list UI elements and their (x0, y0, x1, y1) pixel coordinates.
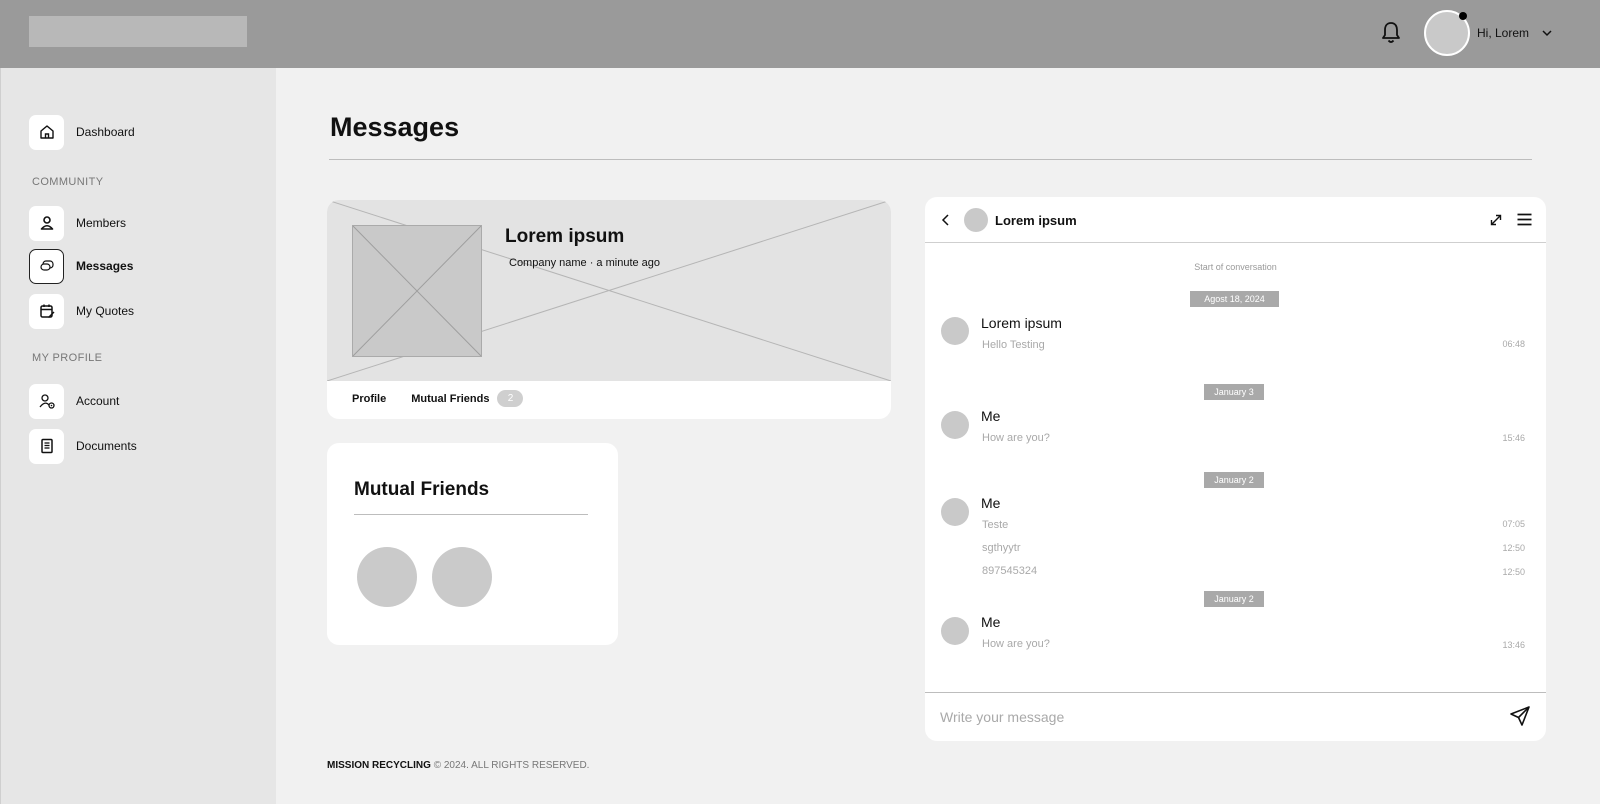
mutual-friends-card: Mutual Friends (327, 443, 618, 645)
sidebar-item-account[interactable]: Account (29, 383, 119, 419)
menu-icon[interactable] (1516, 211, 1533, 228)
divider (329, 159, 1532, 160)
chevron-left-icon[interactable] (939, 212, 953, 228)
message-sender: Me (981, 495, 1001, 511)
contact-avatar[interactable] (964, 208, 988, 232)
sidebar-item-members[interactable]: Members (29, 205, 126, 241)
section-label-my-profile: MY PROFILE (32, 352, 103, 364)
chat-header: Lorem ipsum (925, 197, 1546, 243)
sidebar-item-my-quotes[interactable]: My Quotes (29, 293, 134, 329)
chat-panel: Lorem ipsum Start of conversation Agost … (925, 197, 1546, 741)
message-time: 06:48 (1502, 339, 1525, 349)
profile-tabs: Profile Mutual Friends 2 (352, 390, 524, 407)
user-avatar[interactable] (1424, 10, 1470, 56)
notification-dot (1459, 12, 1467, 20)
tab-profile[interactable]: Profile (352, 393, 386, 405)
message-time: 07:05 (1502, 519, 1525, 529)
sidebar-item-messages[interactable]: Messages (29, 248, 133, 284)
chevron-down-icon[interactable] (1540, 26, 1554, 40)
message-sender: Me (981, 614, 1001, 630)
home-icon (29, 114, 64, 150)
message-avatar (941, 617, 969, 645)
top-bar: Hi, Lorem (0, 0, 1600, 68)
user-icon (29, 205, 64, 241)
footer: MISSION RECYCLING © 2024. ALL RIGHTS RES… (327, 760, 589, 771)
message-time: 12:50 (1502, 567, 1525, 577)
divider (354, 514, 588, 515)
message-sender: Me (981, 408, 1001, 424)
message-time: 12:50 (1502, 543, 1525, 553)
mutual-friends-count-badge: 2 (497, 390, 524, 407)
date-separator: January 2 (1204, 591, 1264, 607)
message-avatar (941, 498, 969, 526)
section-label-community: COMMUNITY (32, 176, 104, 188)
calendar-edit-icon (29, 293, 64, 329)
friend-avatar[interactable] (357, 547, 417, 607)
message-text: How are you? (982, 432, 1050, 444)
contact-name[interactable]: Lorem ipsum (995, 213, 1077, 228)
mutual-friends-title: Mutual Friends (354, 479, 490, 500)
profile-image-placeholder (352, 225, 482, 357)
sidebar: Dashboard COMMUNITY Members Messages My … (0, 68, 276, 804)
message-input[interactable] (940, 705, 1480, 729)
date-separator: Agost 18, 2024 (1190, 291, 1279, 307)
message-text: sgthyytr (982, 542, 1021, 554)
chat-icon (29, 248, 64, 284)
sidebar-item-documents[interactable]: Documents (29, 428, 137, 464)
document-icon (29, 428, 64, 464)
tab-mutual-friends[interactable]: Mutual Friends (411, 393, 489, 405)
profile-card: Lorem ipsum Company name · a minute ago … (327, 200, 891, 419)
send-icon[interactable] (1509, 705, 1531, 727)
message-text: 897545324 (982, 565, 1038, 577)
sidebar-item-label: My Quotes (76, 304, 135, 318)
sidebar-item-label: Members (76, 216, 127, 230)
friend-avatar[interactable] (432, 547, 492, 607)
user-greeting[interactable]: Hi, Lorem (1477, 26, 1529, 40)
conversation-start-label: Start of conversation (1194, 262, 1277, 272)
message-avatar (941, 411, 969, 439)
sidebar-item-label: Account (76, 394, 120, 408)
footer-brand: MISSION RECYCLING (327, 760, 431, 771)
sidebar-item-label: Dashboard (76, 125, 135, 139)
sidebar-item-label: Documents (76, 439, 137, 453)
message-sender: Lorem ipsum (981, 315, 1062, 331)
logo-placeholder[interactable] (29, 16, 247, 47)
message-text: How are you? (982, 638, 1050, 650)
profile-meta: Company name · a minute ago (509, 257, 661, 269)
message-text: Teste (982, 519, 1009, 531)
bell-icon[interactable] (1380, 21, 1402, 45)
message-time: 15:46 (1502, 433, 1525, 443)
message-text: Hello Testing (982, 339, 1045, 351)
date-separator: January 3 (1204, 384, 1264, 400)
profile-name: Lorem ipsum (505, 226, 625, 247)
sidebar-item-label: Messages (76, 259, 134, 273)
footer-copyright: © 2024. ALL RIGHTS RESERVED. (433, 760, 590, 771)
message-composer (925, 692, 1546, 741)
page-title: Messages (330, 112, 460, 142)
message-time: 13:46 (1502, 640, 1525, 650)
date-separator: January 2 (1204, 472, 1264, 488)
sidebar-item-dashboard[interactable]: Dashboard (29, 114, 135, 150)
user-settings-icon (29, 383, 64, 419)
expand-icon[interactable] (1488, 212, 1504, 228)
message-avatar (941, 317, 969, 345)
